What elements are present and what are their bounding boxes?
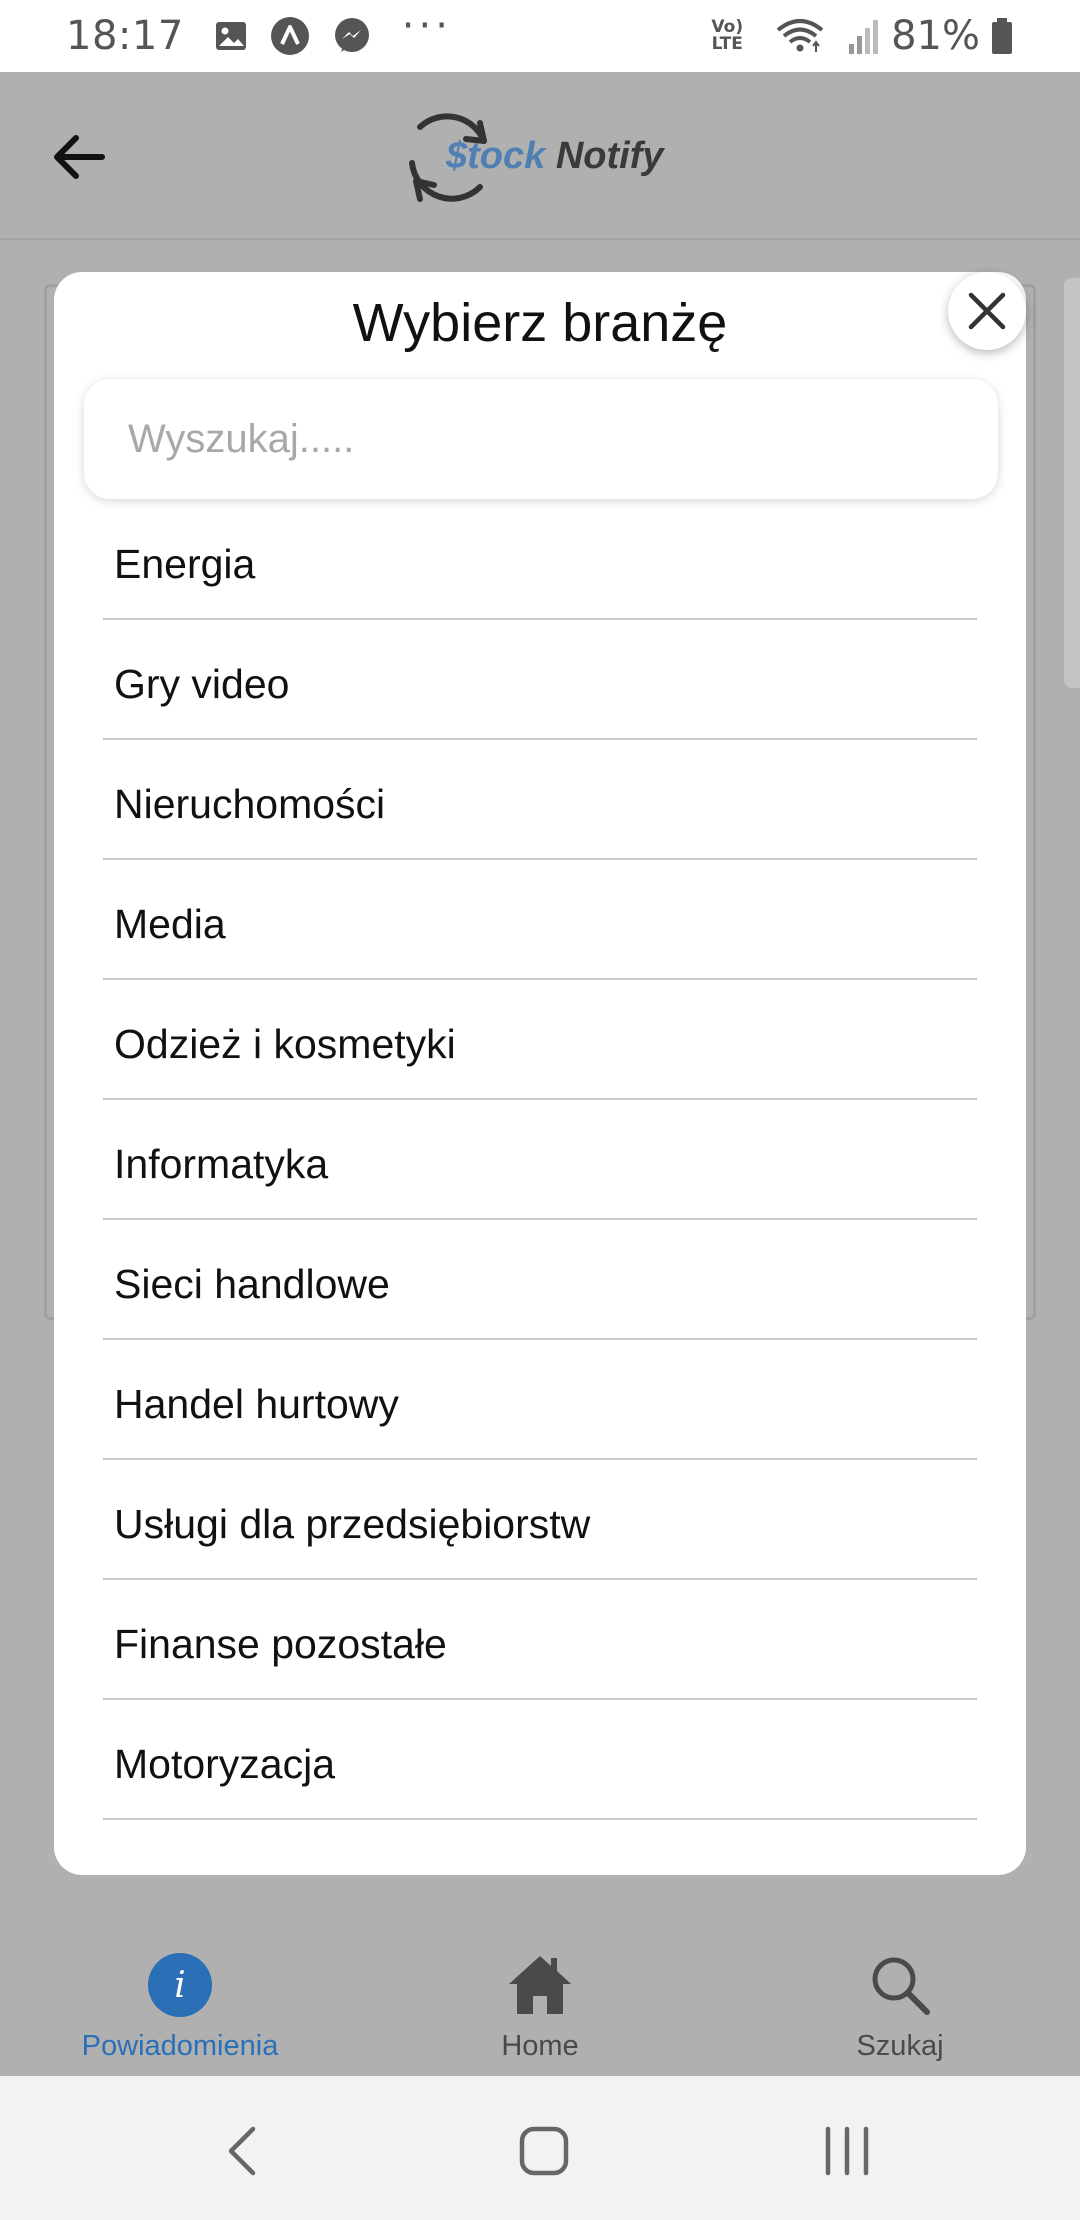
list-item[interactable]: Finanse pozostałe [103, 1580, 977, 1700]
battery-icon [990, 16, 1014, 56]
list-item[interactable]: Handel hurtowy [103, 1340, 977, 1460]
list-item[interactable]: Informatyka [103, 1100, 977, 1220]
app-header: $tock Notify [0, 72, 1080, 240]
list-item[interactable]: Motoryzacja [103, 1700, 977, 1820]
recents-icon [825, 2126, 869, 2176]
arrow-left-icon [54, 135, 105, 179]
system-nav-bar [0, 2076, 1080, 2220]
more-notifications-icon: ··· [401, 3, 452, 49]
gallery-icon [214, 19, 248, 53]
volte-icon: Vo) LTE [711, 17, 744, 54]
list-item-label: Odzież i kosmetyki [114, 1020, 456, 1067]
search-box[interactable] [84, 379, 998, 499]
list-item-label: Finanse pozostałe [114, 1620, 447, 1667]
modal-title: Wybierz branżę [352, 293, 728, 353]
app-logo: $tock Notify [398, 98, 664, 214]
list-item-label: Sieci handlowe [114, 1260, 390, 1307]
messenger-icon [332, 16, 372, 56]
nav-label: Szukaj [856, 2030, 944, 2062]
nav-item-szukaj[interactable]: Szukaj [780, 1950, 1020, 2063]
status-time: 18:17 [66, 13, 184, 59]
list-item-label: Media [114, 900, 226, 947]
system-recents-button[interactable] [822, 2126, 872, 2176]
list-item[interactable]: Usługi dla przedsiębiorstw [103, 1460, 977, 1580]
status-right: Vo) LTE 81% [711, 13, 1014, 59]
status-left: 18:17 ··· [66, 6, 452, 59]
system-home-button[interactable] [518, 2126, 570, 2176]
wifi-icon [775, 16, 825, 56]
list-item-label: Informatyka [114, 1140, 329, 1187]
logo-text: $tock Notify [446, 135, 664, 178]
signal-icon [847, 16, 881, 56]
battery-percent: 81% [891, 13, 980, 59]
bottom-nav: i Powiadomienia Home Szukaj [0, 1928, 1080, 2076]
home-icon [509, 1956, 571, 2014]
nav-icon-wrapper [420, 1950, 660, 2020]
close-icon [968, 292, 1006, 330]
list-item[interactable]: Sieci handlowe [103, 1220, 977, 1340]
info-icon: i [148, 1953, 212, 2017]
nav-icon-wrapper: i [60, 1950, 300, 2020]
background-scroll-indicator [1064, 278, 1080, 688]
list-item[interactable]: Nieruchomości [103, 740, 977, 860]
list-item[interactable]: Odzież i kosmetyki [103, 980, 977, 1100]
search-icon [872, 1957, 930, 2015]
list-item[interactable]: Gry video [103, 620, 977, 740]
nav-item-powiadomienia[interactable]: i Powiadomienia [60, 1950, 300, 2063]
chevron-left-icon [228, 2126, 256, 2176]
industry-picker-modal: Wybierz branżę Energia Gry video Nieruch… [54, 272, 1026, 1875]
system-back-button[interactable] [222, 2126, 262, 2176]
nav-icon-wrapper [780, 1950, 1020, 2020]
logo-stock-text: $tock [446, 134, 546, 177]
list-item-label: Gry video [114, 660, 290, 707]
list-item[interactable]: Media [103, 860, 977, 980]
industry-list: Energia Gry video Nieruchomości Media Od… [103, 500, 977, 1820]
list-item-label: Energia [114, 540, 256, 587]
list-item-label: Motoryzacja [114, 1740, 336, 1787]
search-input[interactable] [128, 416, 998, 462]
list-item-label: Usługi dla przedsiębiorstw [114, 1500, 591, 1547]
back-button[interactable] [48, 126, 110, 188]
square-home-icon [519, 2126, 569, 2176]
nav-item-home[interactable]: Home [420, 1950, 660, 2063]
list-item-label: Handel hurtowy [114, 1380, 399, 1427]
nav-label: Powiadomienia [81, 2030, 279, 2062]
nav-label: Home [501, 2030, 579, 2062]
logo-notify-text: Notify [555, 134, 664, 177]
close-modal-button[interactable] [948, 272, 1026, 350]
app-notification-icon [270, 16, 310, 56]
status-bar: 18:17 ··· Vo) LTE 81% [0, 0, 1080, 72]
list-item[interactable]: Energia [103, 500, 977, 620]
list-item-label: Nieruchomości [114, 780, 386, 827]
